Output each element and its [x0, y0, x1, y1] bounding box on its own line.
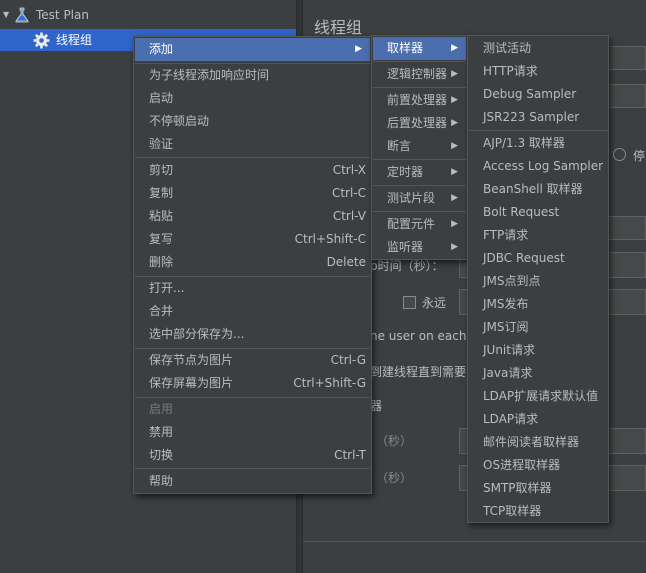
menu-item-save-selection[interactable]: 选中部分保存为...: [135, 323, 370, 346]
duration-label: （秒）: [376, 434, 413, 448]
submenu-arrow-icon: ▶: [451, 193, 458, 203]
menu-item-copy[interactable]: 复制 Ctrl-C: [135, 182, 370, 205]
delay-thread-label: 到建线程直到需要: [370, 365, 467, 379]
menu-item-open[interactable]: 打开...: [135, 277, 370, 300]
add-submenu: 取样器 ▶ 逻辑控制器 ▶ 前置处理器 ▶ 后置处理器 ▶ 断言 ▶ 定时器 ▶ 测试片段 ▶…: [371, 35, 468, 260]
menu-item-save-node-image[interactable]: 保存节点为图片 Ctrl-G: [135, 349, 370, 372]
menu-separator: [373, 61, 466, 62]
sampler-item-ldap-request[interactable]: LDAP请求: [469, 408, 607, 431]
tree-node-test-plan[interactable]: ▼ Test Plan: [0, 4, 296, 26]
menu-item-help[interactable]: 帮助: [135, 470, 370, 493]
sampler-item-access-log[interactable]: Access Log Sampler: [469, 155, 607, 178]
sampler-item-bolt-request[interactable]: Bolt Request: [469, 201, 607, 224]
menu-item-add[interactable]: 添加 ▶: [135, 38, 370, 61]
same-user-label: he user on each i: [370, 329, 474, 343]
submenu-arrow-icon: ▶: [451, 118, 458, 128]
tree-collapse-icon[interactable]: ▼: [3, 4, 9, 26]
sampler-submenu: 测试活动 HTTP请求 Debug Sampler JSR223 Sampler…: [467, 35, 609, 523]
sampler-item-os-process[interactable]: OS进程取样器: [469, 454, 607, 477]
menu-item-duplicate[interactable]: 复写 Ctrl+Shift-C: [135, 228, 370, 251]
menu-separator: [135, 468, 370, 469]
sampler-item-jdbc-request[interactable]: JDBC Request: [469, 247, 607, 270]
tree-node-label: Test Plan: [36, 8, 89, 22]
submenu-item-timer[interactable]: 定时器 ▶: [373, 161, 466, 184]
menu-item-toggle[interactable]: 切换 Ctrl-T: [135, 444, 370, 467]
sampler-item-java-request[interactable]: Java请求: [469, 362, 607, 385]
comment-field[interactable]: [603, 84, 646, 108]
submenu-arrow-icon: ▶: [451, 242, 458, 252]
name-field[interactable]: [603, 46, 646, 70]
menu-separator: [469, 130, 607, 131]
submenu-item-config-element[interactable]: 配置元件 ▶: [373, 213, 466, 236]
submenu-arrow-icon: ▶: [451, 95, 458, 105]
menu-item-validate[interactable]: 验证: [135, 133, 370, 156]
startup-delay-label: （秒）: [376, 471, 413, 485]
tree-node-label: 线程组: [56, 33, 93, 47]
submenu-item-listener[interactable]: 监听器 ▶: [373, 236, 466, 259]
menu-item-enable: 启用: [149, 402, 174, 416]
menu-item-cut[interactable]: 剪切 Ctrl-X: [135, 159, 370, 182]
sampler-item-jms-publisher[interactable]: JMS发布: [469, 293, 607, 316]
submenu-item-pre-processor[interactable]: 前置处理器 ▶: [373, 89, 466, 112]
menu-item-save-screen-image[interactable]: 保存屏幕为图片 Ctrl+Shift-G: [135, 372, 370, 395]
sampler-item-ajp[interactable]: AJP/1.3 取样器: [469, 132, 607, 155]
submenu-arrow-icon: ▶: [451, 167, 458, 177]
threads-field[interactable]: [603, 216, 646, 240]
context-menu: 添加 ▶ 为子线程添加响应时间 启动 不停顿启动 验证 剪切 Ctrl-X 复制 Ct…: [133, 36, 372, 494]
menu-separator: [135, 157, 370, 158]
menu-item-start-no-pause[interactable]: 不停顿启动: [135, 110, 370, 133]
submenu-arrow-icon: ▶: [451, 141, 458, 151]
submenu-arrow-icon: ▶: [451, 43, 458, 53]
forever-label: 永远: [422, 296, 447, 310]
menu-separator: [373, 87, 466, 88]
submenu-arrow-icon: ▶: [355, 44, 362, 54]
sampler-item-mail-reader[interactable]: 邮件阅读者取样器: [469, 431, 607, 454]
menu-separator: [373, 211, 466, 212]
submenu-item-test-fragment[interactable]: 测试片段 ▶: [373, 187, 466, 210]
submenu-item-sampler[interactable]: 取样器 ▶: [373, 37, 466, 60]
menu-item-add-response-time[interactable]: 为子线程添加响应时间: [135, 64, 370, 87]
gear-icon: [33, 32, 50, 49]
menu-separator: [373, 185, 466, 186]
sampler-item-smtp[interactable]: SMTP取样器: [469, 477, 607, 500]
sampler-item-tcp[interactable]: TCP取样器: [469, 500, 607, 523]
stop-radio[interactable]: [613, 148, 626, 161]
menu-item-start[interactable]: 启动: [135, 87, 370, 110]
sampler-item-jsr223-sampler[interactable]: JSR223 Sampler: [469, 106, 607, 129]
submenu-arrow-icon: ▶: [451, 69, 458, 79]
panel-divider: [303, 541, 646, 542]
sampler-item-test-action[interactable]: 测试活动: [469, 37, 607, 60]
sampler-item-ftp-request[interactable]: FTP请求: [469, 224, 607, 247]
submenu-item-assertion[interactable]: 断言 ▶: [373, 135, 466, 158]
stop-label: 停: [633, 149, 646, 163]
menu-item-delete[interactable]: 删除 Delete: [135, 251, 370, 274]
submenu-arrow-icon: ▶: [451, 219, 458, 229]
page-title: 线程组: [314, 18, 363, 37]
sampler-item-junit-request[interactable]: JUnit请求: [469, 339, 607, 362]
submenu-item-post-processor[interactable]: 后置处理器 ▶: [373, 112, 466, 135]
menu-item-disable[interactable]: 禁用: [135, 421, 370, 444]
sampler-item-jms-subscriber[interactable]: JMS订阅: [469, 316, 607, 339]
menu-item-paste[interactable]: 粘贴 Ctrl-V: [135, 205, 370, 228]
sampler-item-ldap-extended[interactable]: LDAP扩展请求默认值: [469, 385, 607, 408]
sampler-item-beanshell[interactable]: BeanShell 取样器: [469, 178, 607, 201]
sampler-item-jms-p2p[interactable]: JMS点到点: [469, 270, 607, 293]
flask-icon: [15, 7, 29, 23]
sampler-item-http-request[interactable]: HTTP请求: [469, 60, 607, 83]
menu-separator: [373, 159, 466, 160]
sampler-item-debug-sampler[interactable]: Debug Sampler: [469, 83, 607, 106]
submenu-item-logic-controller[interactable]: 逻辑控制器 ▶: [373, 63, 466, 86]
menu-item-merge[interactable]: 合并: [135, 300, 370, 323]
forever-checkbox[interactable]: [403, 296, 416, 309]
